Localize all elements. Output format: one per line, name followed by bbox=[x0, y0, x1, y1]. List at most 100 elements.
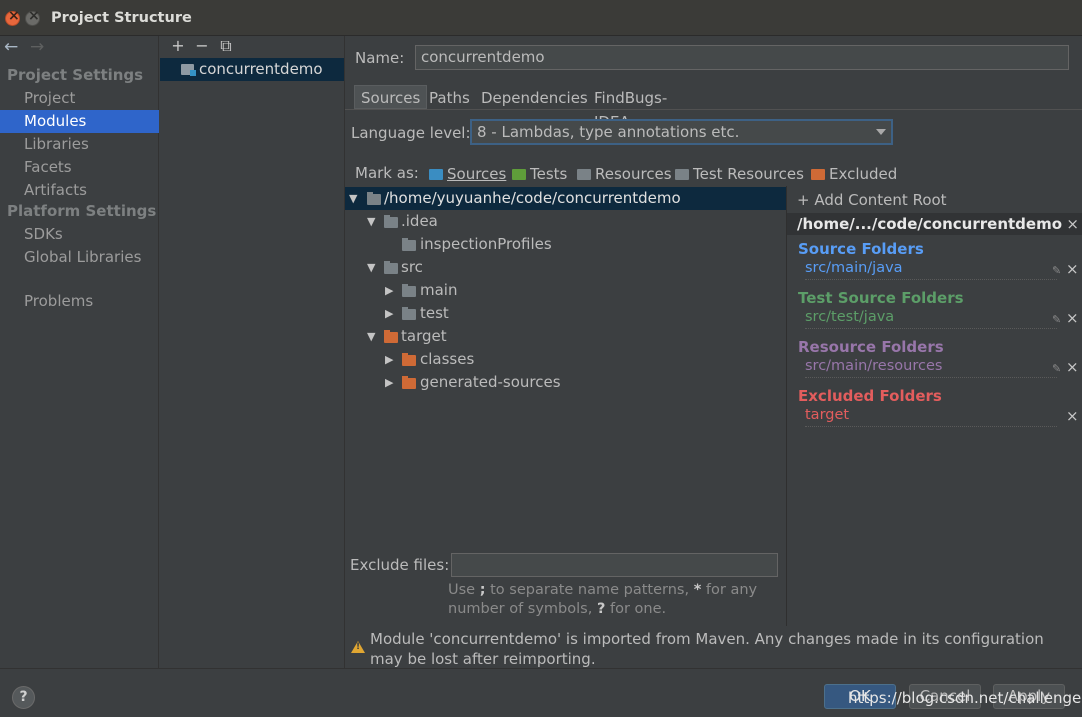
module-name-field[interactable]: concurrentdemo bbox=[415, 45, 1069, 70]
sidebar-item-artifacts[interactable]: Artifacts bbox=[0, 179, 159, 202]
language-level-value: 8 - Lambdas, type annotations etc. bbox=[477, 123, 740, 141]
excluded-folders-title: Excluded Folders bbox=[798, 387, 942, 405]
folder-icon bbox=[402, 284, 416, 297]
folder-icon bbox=[384, 261, 398, 274]
resource-folder-item[interactable]: src/main/resources bbox=[805, 358, 1057, 378]
section-project-settings: Project Settings bbox=[7, 66, 144, 84]
test-source-folders-title: Test Source Folders bbox=[798, 289, 964, 307]
copy-icon[interactable]: ⧉ bbox=[214, 36, 238, 56]
sources-folder-icon bbox=[429, 169, 443, 180]
content-root-path: /home/.../code/concurrentdemo bbox=[797, 215, 1063, 233]
minimize-window-button[interactable] bbox=[25, 8, 40, 26]
chevron-down-icon bbox=[876, 129, 886, 135]
tree-node[interactable]: ▼ target bbox=[345, 325, 786, 348]
tree-node-label: .idea bbox=[401, 212, 438, 230]
expand-arrow-icon[interactable]: ▼ bbox=[349, 187, 357, 210]
mark-sources-button[interactable]: Sources bbox=[429, 165, 506, 183]
source-folders-title: Source Folders bbox=[798, 240, 924, 258]
sidebar-item-problems[interactable]: Problems bbox=[0, 290, 159, 313]
sidebar-item-project[interactable]: Project bbox=[0, 87, 159, 110]
help-button[interactable]: ? bbox=[12, 686, 35, 709]
test-source-folder-item[interactable]: src/test/java bbox=[805, 309, 1057, 329]
tree-node[interactable]: ▼ .idea bbox=[345, 210, 786, 233]
excluded-folder-icon bbox=[384, 330, 398, 343]
remove-test-source-folder-icon[interactable]: × bbox=[1066, 309, 1079, 327]
remove-source-folder-icon[interactable]: × bbox=[1066, 260, 1079, 278]
remove-icon[interactable]: − bbox=[190, 36, 214, 55]
test-resources-folder-icon bbox=[675, 169, 689, 180]
section-platform-settings: Platform Settings bbox=[7, 202, 157, 220]
sidebar-item-sdks[interactable]: SDKs bbox=[0, 223, 159, 246]
sidebar-item-facets[interactable]: Facets bbox=[0, 156, 159, 179]
mark-as-label: Mark as: bbox=[355, 164, 419, 182]
back-arrow-icon[interactable]: ← bbox=[4, 37, 30, 57]
module-toolbar: + − ⧉ bbox=[166, 36, 238, 56]
tree-node[interactable]: ▼ src bbox=[345, 256, 786, 279]
module-list-panel: + − ⧉ concurrentdemo bbox=[160, 36, 345, 668]
mark-tests-label: Tests bbox=[530, 165, 568, 183]
tree-node[interactable]: inspectionProfiles bbox=[345, 233, 786, 256]
sidebar-item-global-libraries[interactable]: Global Libraries bbox=[0, 246, 159, 269]
exclude-files-field[interactable] bbox=[451, 553, 778, 577]
mark-tests-button[interactable]: Tests bbox=[512, 165, 567, 183]
sidebar-item-libraries[interactable]: Libraries bbox=[0, 133, 159, 156]
excluded-folder-item[interactable]: target bbox=[805, 407, 1057, 427]
title-bar: Project Structure bbox=[0, 0, 1082, 36]
tree-node[interactable]: ▶ main bbox=[345, 279, 786, 302]
excluded-folder-icon bbox=[402, 376, 416, 389]
settings-sidebar: ← → Project Settings Project Modules Libr… bbox=[0, 36, 159, 668]
tree-node-label: classes bbox=[420, 350, 475, 368]
tree-node-label: main bbox=[420, 281, 458, 299]
tab-sources[interactable]: Sources bbox=[354, 85, 428, 109]
edit-pencil-icon[interactable]: ✎ bbox=[1052, 313, 1061, 326]
mark-resources-button[interactable]: Resources bbox=[577, 165, 672, 183]
tree-node-label: test bbox=[420, 304, 449, 322]
collapsed-arrow-icon[interactable]: ▶ bbox=[385, 348, 393, 371]
tree-node[interactable]: ▼ /home/yuyuanhe/code/concurrentdemo bbox=[345, 187, 786, 210]
tree-node[interactable]: ▶ classes bbox=[345, 348, 786, 371]
add-icon[interactable]: + bbox=[166, 36, 190, 55]
sidebar-item-modules[interactable]: Modules bbox=[0, 110, 159, 133]
forward-arrow-icon: → bbox=[30, 37, 45, 57]
add-content-root-button[interactable]: + Add Content Root bbox=[797, 191, 947, 209]
collapsed-arrow-icon[interactable]: ▶ bbox=[385, 279, 393, 302]
close-window-button[interactable] bbox=[5, 8, 20, 26]
resources-folder-icon bbox=[577, 169, 591, 180]
collapsed-arrow-icon[interactable]: ▶ bbox=[385, 302, 393, 325]
folder-icon bbox=[367, 192, 381, 205]
mark-excluded-button[interactable]: Excluded bbox=[811, 165, 897, 183]
mark-resources-label: Resources bbox=[595, 165, 672, 183]
expand-arrow-icon[interactable]: ▼ bbox=[367, 325, 375, 348]
name-label: Name: bbox=[355, 49, 405, 67]
mark-test-resources-label: Test Resources bbox=[693, 165, 804, 183]
source-folder-item[interactable]: src/main/java bbox=[805, 260, 1057, 280]
tab-dependencies[interactable]: Dependencies bbox=[474, 85, 595, 109]
maven-warning-text: Module 'concurrentdemo' is imported from… bbox=[370, 630, 1044, 668]
language-level-select[interactable]: 8 - Lambdas, type annotations etc. bbox=[470, 119, 893, 145]
tree-node-label: /home/yuyuanhe/code/concurrentdemo bbox=[384, 189, 681, 207]
tree-node[interactable]: ▶ generated-sources bbox=[345, 371, 786, 394]
mark-excluded-label: Excluded bbox=[829, 165, 898, 183]
mark-test-resources-button[interactable]: Test Resources bbox=[675, 165, 804, 183]
tab-paths[interactable]: Paths bbox=[422, 85, 477, 109]
tree-node-label: target bbox=[401, 327, 447, 345]
module-item-concurrentdemo[interactable]: concurrentdemo bbox=[160, 58, 344, 81]
folder-icon bbox=[384, 215, 398, 228]
folder-icon bbox=[402, 307, 416, 320]
collapsed-arrow-icon[interactable]: ▶ bbox=[385, 371, 393, 394]
expand-arrow-icon[interactable]: ▼ bbox=[367, 210, 375, 233]
expand-arrow-icon[interactable]: ▼ bbox=[367, 256, 375, 279]
excluded-folder-icon bbox=[402, 353, 416, 366]
remove-excluded-folder-icon[interactable]: × bbox=[1066, 407, 1079, 425]
content-root-header: /home/.../code/concurrentdemo × bbox=[787, 213, 1082, 235]
tab-findbugs-idea[interactable]: FindBugs-IDEA bbox=[587, 85, 674, 131]
module-icon bbox=[181, 64, 196, 76]
edit-pencil-icon[interactable]: ✎ bbox=[1052, 264, 1061, 277]
tree-node[interactable]: ▶ test bbox=[345, 302, 786, 325]
edit-pencil-icon[interactable]: ✎ bbox=[1052, 362, 1061, 375]
content-root-panel: + Add Content Root /home/.../code/concur… bbox=[786, 186, 1082, 626]
module-item-label: concurrentdemo bbox=[199, 60, 323, 78]
remove-content-root-icon[interactable]: × bbox=[1066, 213, 1079, 235]
folder-tree: ▼ /home/yuyuanhe/code/concurrentdemo ▼ .… bbox=[345, 186, 786, 546]
remove-resource-folder-icon[interactable]: × bbox=[1066, 358, 1079, 376]
